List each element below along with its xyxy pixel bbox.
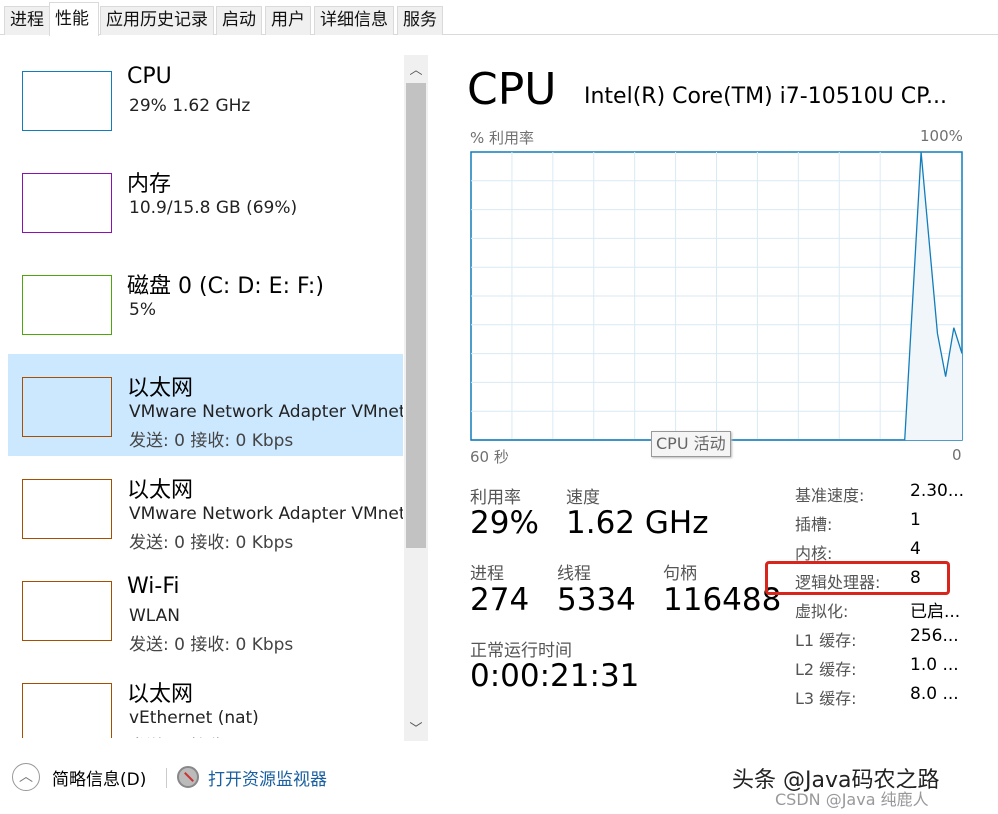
- graph-tooltip: CPU 活动: [651, 431, 731, 457]
- spec-value: 已启...: [910, 602, 961, 622]
- sidebar-item[interactable]: 以太网 VMware Network Adapter VMnet8 发送: 0 …: [8, 456, 403, 558]
- handles-label: 句柄: [663, 564, 697, 584]
- divider: [166, 768, 167, 788]
- item-detail: VMware Network Adapter VMnet8: [129, 504, 403, 524]
- spec-label: L1 缓存:: [795, 631, 857, 650]
- sidebar-item[interactable]: 磁盘 0 (C: D: E: F:) 5%: [8, 252, 403, 354]
- page-title: CPU: [467, 64, 557, 115]
- item-detail: WLAN: [129, 606, 181, 626]
- graph-y-label: % 利用率: [470, 129, 535, 147]
- mini-graph: [22, 71, 112, 131]
- spec-value: 4: [910, 539, 921, 559]
- cpu-usage-graph: [470, 151, 963, 441]
- scroll-down-icon[interactable]: ﹀: [404, 718, 428, 737]
- graph-x-left-label: 60 秒: [470, 448, 509, 466]
- item-rate: 发送: 0 接收: 0 Kbps: [129, 431, 294, 451]
- handles-value: 116488: [663, 582, 782, 618]
- resource-list: CPU 29% 1.62 GHz 内存 10.9/15.8 GB (69%) 磁…: [8, 48, 403, 738]
- tab-performance[interactable]: 性能: [49, 2, 99, 36]
- spec-label: L2 缓存:: [795, 660, 857, 679]
- tab-services[interactable]: 服务: [397, 6, 443, 35]
- item-rate: 发送: 0 接收: 0 Kbps: [129, 533, 294, 553]
- highlight-box: [765, 561, 950, 595]
- scroll-up-icon[interactable]: ︿: [404, 59, 428, 78]
- item-name: 以太网: [127, 682, 194, 707]
- mini-graph: [22, 377, 112, 437]
- item-name: 以太网: [127, 478, 194, 503]
- item-detail: 29% 1.62 GHz: [129, 96, 251, 116]
- sidebar-item[interactable]: Wi-Fi WLAN 发送: 0 接收: 0 Kbps: [8, 558, 403, 660]
- item-name: 以太网: [127, 376, 194, 401]
- item-name: 内存: [127, 172, 172, 197]
- spec-label: 插槽:: [795, 515, 833, 534]
- item-name: Wi-Fi: [127, 574, 180, 599]
- sidebar-item[interactable]: 以太网 VMware Network Adapter VMnet1 发送: 0 …: [8, 354, 403, 456]
- sidebar-item[interactable]: CPU 29% 1.62 GHz: [8, 48, 403, 150]
- spec-label: 基准速度:: [795, 486, 865, 505]
- mini-graph: [22, 581, 112, 641]
- sidebar-scrollbar[interactable]: ︿ ﹀: [404, 55, 428, 741]
- spec-value: 1.0 ...: [910, 655, 959, 675]
- summary-button[interactable]: 简略信息(D): [52, 765, 146, 790]
- uptime-value: 0:00:21:31: [470, 658, 640, 694]
- spec-label: L3 缓存:: [795, 689, 857, 708]
- mini-graph: [22, 275, 112, 335]
- tab-bar: 进程 性能 应用历史记录 启动 用户 详细信息 服务: [0, 0, 998, 36]
- mini-graph: [22, 479, 112, 539]
- item-name: CPU: [127, 64, 172, 89]
- processes-label: 进程: [470, 564, 504, 584]
- processes-value: 274: [470, 582, 530, 618]
- scrollbar-thumb[interactable]: [406, 83, 426, 548]
- utilization-value: 29%: [470, 505, 539, 541]
- sidebar-item[interactable]: 内存 10.9/15.8 GB (69%): [8, 150, 403, 252]
- speed-value: 1.62 GHz: [566, 505, 709, 541]
- spec-value: 2.30...: [910, 481, 965, 501]
- graph-max-label: 100%: [920, 127, 963, 145]
- spec-value: 1: [910, 510, 921, 530]
- item-detail: 10.9/15.8 GB (69%): [129, 198, 298, 218]
- open-resource-monitor-link[interactable]: 打开资源监视器: [208, 765, 327, 790]
- threads-label: 线程: [557, 564, 591, 584]
- graph-x-right-label: 0: [952, 446, 962, 464]
- tab-details[interactable]: 详细信息: [314, 6, 394, 35]
- spec-value: 256...: [910, 626, 959, 646]
- item-detail: 5%: [129, 300, 156, 320]
- sidebar-item[interactable]: 以太网 vEthernet (nat) 发送: 0 接收: 0 Kbps: [8, 660, 403, 738]
- item-detail: VMware Network Adapter VMnet1: [129, 402, 403, 422]
- collapse-icon[interactable]: ︿: [12, 763, 40, 791]
- mini-graph: [22, 173, 112, 233]
- spec-label: 虚拟化:: [795, 602, 849, 621]
- item-detail: vEthernet (nat): [129, 708, 259, 728]
- item-name: 磁盘 0 (C: D: E: F:): [127, 274, 324, 299]
- tab-processes[interactable]: 进程: [4, 6, 50, 35]
- spec-value: 8.0 ...: [910, 684, 959, 704]
- tab-users[interactable]: 用户: [265, 6, 311, 35]
- tab-app-history[interactable]: 应用历史记录: [100, 6, 214, 35]
- threads-value: 5334: [557, 582, 636, 618]
- resource-monitor-icon: [177, 766, 199, 788]
- item-rate: 发送: 0 接收: 0 Kbps: [129, 635, 294, 655]
- item-rate: 发送: 0 接收: 0 Kbps: [129, 732, 293, 738]
- tab-startup[interactable]: 启动: [216, 6, 262, 35]
- watermark: CSDN @Java 纯鹿人: [775, 790, 929, 809]
- mini-graph: [22, 683, 112, 738]
- cpu-model: Intel(R) Core(TM) i7-10510U CP...: [584, 84, 947, 109]
